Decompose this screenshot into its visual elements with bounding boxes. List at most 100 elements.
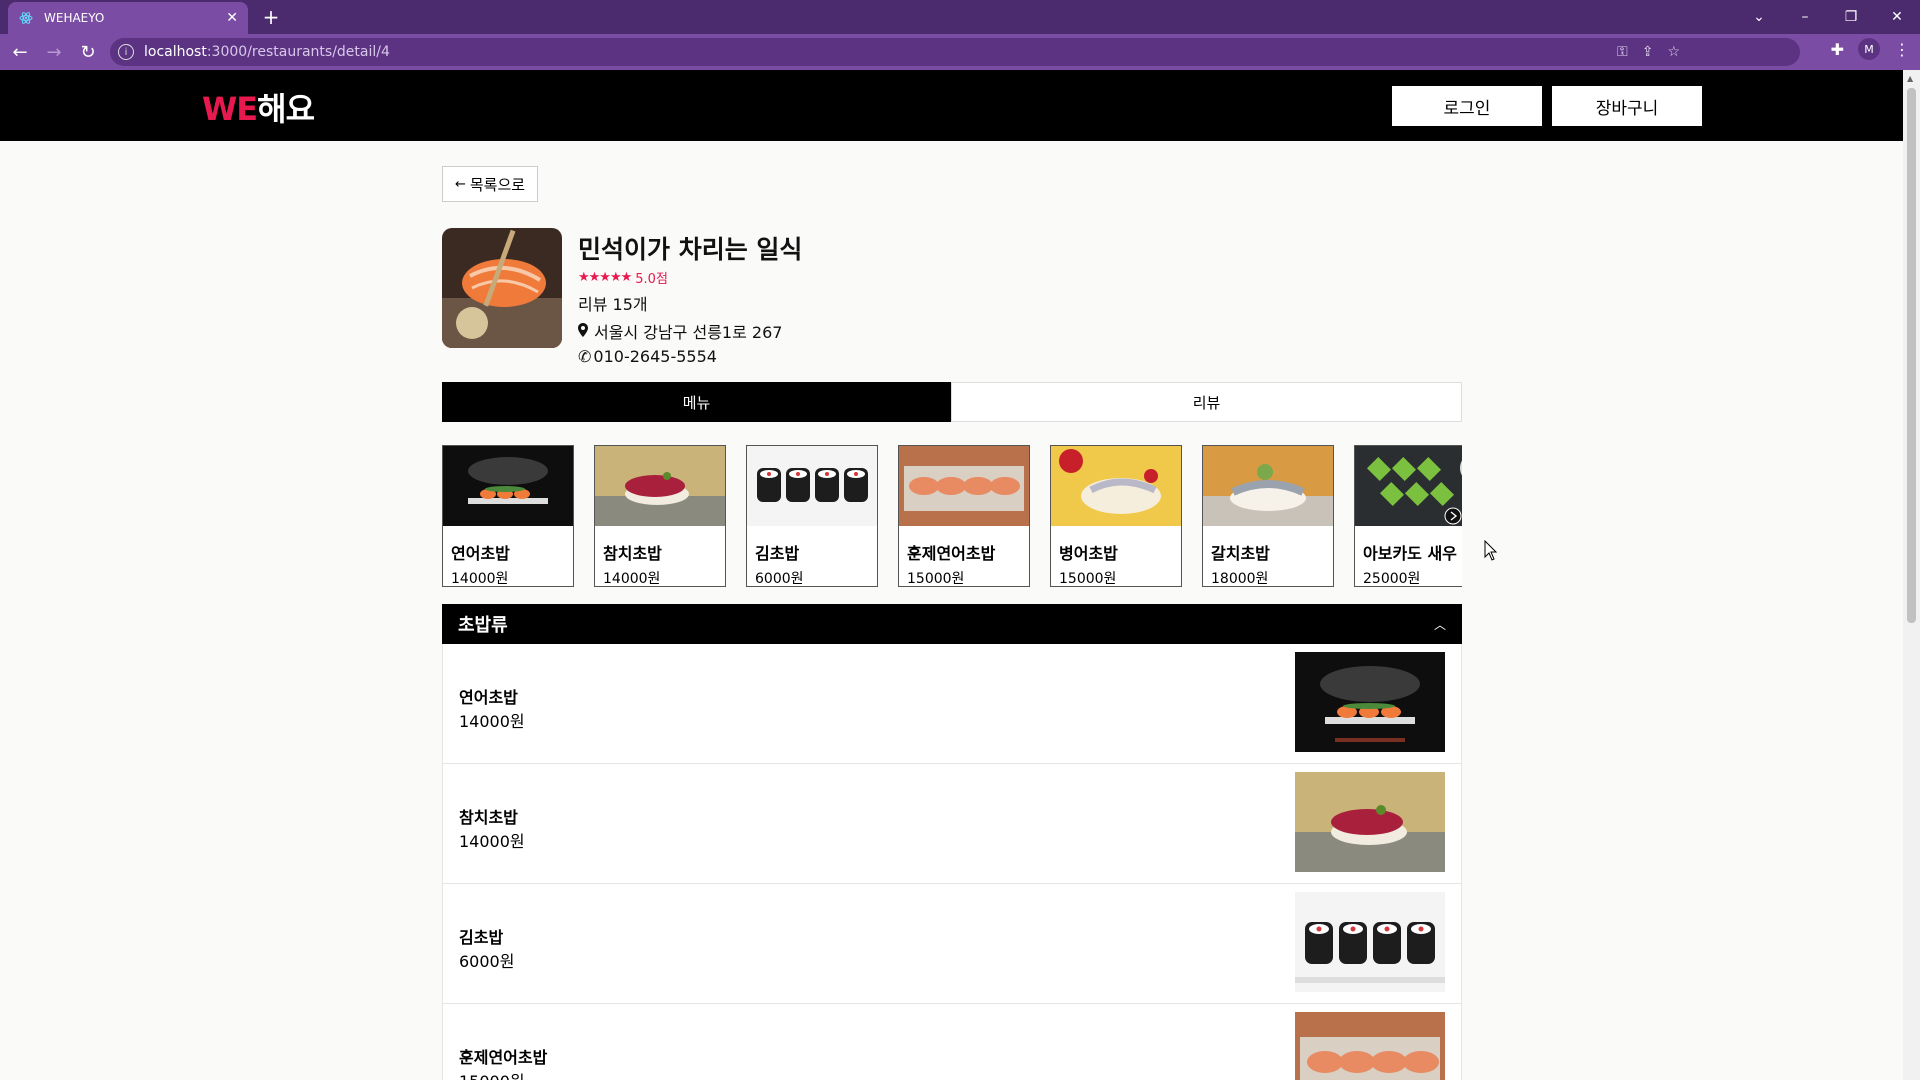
location-pin-icon [578,322,588,341]
category-header[interactable]: 초밥류 ︿ [442,604,1462,644]
card-name: 아보카도 새우 [1363,544,1457,563]
star-rating-icon: ★★★★★ [578,270,632,285]
site-logo[interactable]: WE해요 [202,84,315,130]
browser-toolbar: ← → ↻ i localhost:3000/restaurants/detai… [0,34,1920,70]
url-host: localhost [144,44,207,60]
logo-we: WE [202,90,258,128]
extension-area: ✚ M ⋮ [1831,38,1910,60]
salmon-sushi-image [443,446,573,526]
back-label: 목록으로 [469,175,526,194]
menu-item-price: 14000원 [459,832,525,851]
page-scrollbar[interactable]: ▲ [1903,70,1920,1080]
address-bar[interactable]: i localhost:3000/restaurants/detail/4 ⚿ … [110,38,1800,66]
card-price: 14000원 [603,571,661,587]
card-name: 연어초밥 [451,544,510,563]
menu-carousel: 연어초밥 14000원 참치초밥 14000원 김초밥 6000원 훈제연어초밥… [442,445,1462,587]
site-header: WE해요 로그인 장바구니 [0,70,1903,141]
cart-button[interactable]: 장바구니 [1552,86,1702,126]
menu-item-name: 참치초밥 [459,808,518,827]
card-name: 갈치초밥 [1211,544,1270,563]
card-name: 병어초밥 [1059,544,1118,563]
back-arrow-icon[interactable]: ← [6,38,34,66]
category-title: 초밥류 [458,615,508,636]
restore-button[interactable]: ❐ [1828,0,1874,34]
review-count: 리뷰 15개 [578,295,648,314]
carousel-card[interactable]: 김초밥 6000원 [746,445,878,587]
tab-search-icon[interactable]: ⌄ [1736,0,1782,34]
close-window-button[interactable]: ✕ [1874,0,1920,34]
minimize-button[interactable]: – [1782,0,1828,34]
url-path: :3000/restaurants/detail/4 [206,44,390,60]
card-price: 18000원 [1211,571,1269,587]
menu-item-price: 14000원 [459,712,525,731]
card-name: 참치초밥 [603,544,662,563]
restaurant-info: 민석이가 차리는 일식 ★★★★★ 5.0점 리뷰 15개 서울시 강남구 선릉… [578,230,802,366]
gimbap-image [1295,892,1445,992]
card-price: 15000원 [907,571,965,587]
reload-icon[interactable]: ↻ [74,38,102,66]
phone-icon: ✆ [578,347,592,366]
scroll-up-icon[interactable]: ▲ [1907,74,1913,83]
profile-avatar[interactable]: M [1858,38,1880,60]
key-icon[interactable]: ⚿ [1617,44,1628,60]
arrow-left-icon: ← [454,176,466,192]
menu-item[interactable]: 연어초밥 14000원 [442,644,1462,764]
forward-arrow-icon[interactable]: → [40,38,68,66]
smoked-salmon-sushi-image [899,446,1029,526]
tuna-sushi-image [595,446,725,526]
site-info-icon[interactable]: i [118,44,134,60]
scrollbar-thumb[interactable] [1907,88,1916,623]
menu-item-price: 6000원 [459,952,515,971]
hairtail-sushi-image [1203,446,1333,526]
menu-item-price: 15000원 [459,1068,525,1080]
card-price: 14000원 [451,571,509,587]
browser-tab[interactable]: WEHAEYO ✕ [8,2,248,34]
extensions-puzzle-icon[interactable]: ✚ [1831,40,1844,59]
window-controls: ⌄ – ❐ ✕ [1736,0,1920,34]
menu-item-name: 김초밥 [459,928,504,947]
kebab-menu-icon[interactable]: ⋮ [1894,40,1910,59]
menu-item-name: 훈제연어초밥 [459,1048,548,1067]
address: 서울시 강남구 선릉1로 267 [594,323,783,342]
smoked-salmon-sushi-image [1295,1012,1445,1080]
address-line: 서울시 강남구 선릉1로 267 [578,319,802,343]
carousel-card[interactable]: 아보카도 새우 25000원 [1354,445,1462,587]
tuna-sushi-image [1295,772,1445,872]
rating-text: 5.0점 [635,272,668,287]
bookmark-star-icon[interactable]: ☆ [1667,44,1680,60]
phone: 010-2645-5554 [593,347,717,366]
carousel-card[interactable]: 참치초밥 14000원 [594,445,726,587]
login-button[interactable]: 로그인 [1392,86,1542,126]
restaurant-name: 민석이가 차리는 일식 [578,235,803,264]
logo-haeyo: 해요 [257,90,315,128]
tab-menu[interactable]: 메뉴 [442,382,951,422]
menu-list: 연어초밥 14000원 참치초밥 14000원 김초밥 6000원 훈제연어초밥… [442,644,1462,1080]
carousel-card[interactable]: 훈제연어초밥 15000원 [898,445,1030,587]
carousel-card[interactable]: 연어초밥 14000원 [442,445,574,587]
new-tab-button[interactable]: + [258,4,284,30]
mouse-cursor-icon [1484,539,1498,566]
rating: ★★★★★ 5.0점 [578,268,802,287]
card-price: 15000원 [1059,571,1117,587]
card-name: 훈제연어초밥 [907,544,996,563]
tab-title: WEHAEYO [44,11,105,25]
salmon-sushi-image [1295,652,1445,752]
share-icon[interactable]: ⇪ [1642,44,1654,60]
restaurant-thumbnail [442,228,562,348]
menu-item[interactable]: 참치초밥 14000원 [442,764,1462,884]
pomfret-sushi-image [1051,446,1181,526]
phone-line: ✆ 010-2645-5554 [578,347,802,366]
carousel-card[interactable]: 갈치초밥 18000원 [1202,445,1334,587]
menu-item[interactable]: 김초밥 6000원 [442,884,1462,1004]
card-price: 25000원 [1363,571,1421,587]
carousel-card[interactable]: 병어초밥 15000원 [1050,445,1182,587]
back-to-list-button[interactable]: ← 목록으로 [442,166,538,202]
close-tab-icon[interactable]: ✕ [226,10,238,26]
card-price: 6000원 [755,571,804,587]
menu-item[interactable]: 훈제연어초밥 15000원 [442,1004,1462,1080]
gimbap-image [747,446,877,526]
tab-review[interactable]: 리뷰 [951,382,1462,422]
browser-tab-strip: WEHAEYO ✕ + ⌄ – ❐ ✕ [0,0,1920,34]
chevron-up-icon[interactable]: ︿ [1434,616,1446,633]
avocado-shrimp-roll-image [1355,446,1462,526]
